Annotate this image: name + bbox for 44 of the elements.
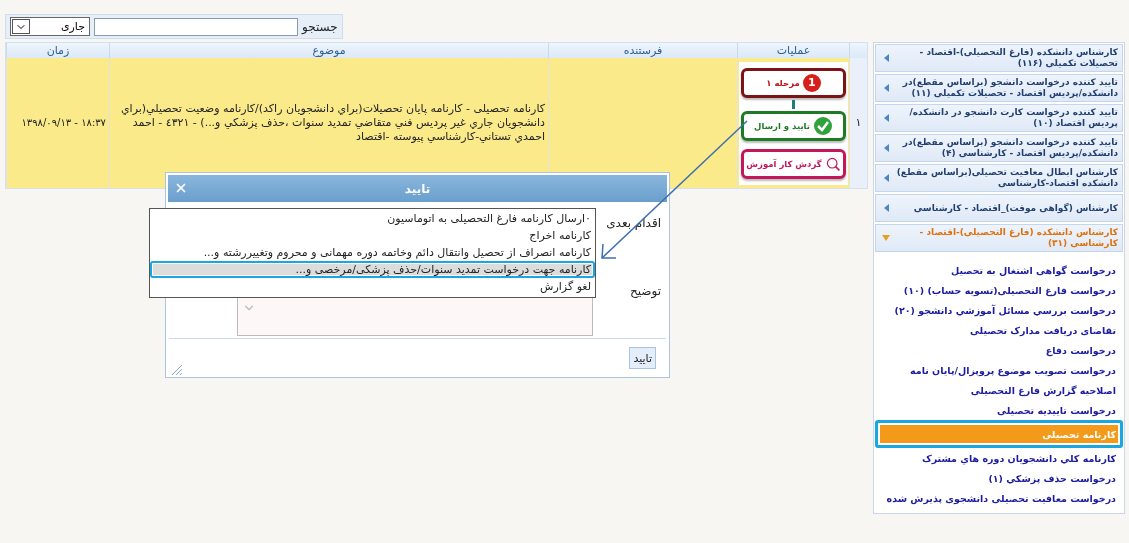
filter-select[interactable]: جاری (10, 17, 90, 36)
sidebar-link[interactable]: درخواست بررسي مسائل آموزشي دانشجو (۲۰) (875, 300, 1123, 320)
field-label: توضیح (628, 284, 661, 299)
sidebar-link[interactable]: درخواست حذف پزشکي (۱) (875, 468, 1123, 488)
sidebar-link[interactable]: درخواست گواهی اشتغال به تحصیل (875, 260, 1123, 280)
accordion-header[interactable]: تایید کننده درخواست دانشجو (براساس مقطع)در دانشکده/پردیس اقتصاد - کارشناسی (۴) (875, 134, 1123, 162)
sidebar-link[interactable]: درخواست فارغ التحصیلی(تسویه حساب) (۱۰) (875, 280, 1123, 300)
accordion-header[interactable]: کارشناس ابطال معافیت تحصیلی(براساس مقطع) دانشکده اقتصاد-کارشناسی (875, 164, 1123, 192)
sidebar-link[interactable]: درخواست تصویب موضوع پروپزال/پایان نامه (875, 360, 1123, 380)
caret-left-icon (882, 84, 890, 92)
accordion-header[interactable]: کارشناس دانشکده (فارغ التحصیلی)-اقتصاد - تحصیلات تکمیلی (۱۱۶) (875, 44, 1123, 72)
column-header: فرستنده (548, 43, 737, 58)
table-cell: ۱۸:۳۷ - ۱۳۹۸/۰۹/۱۳ (6, 58, 109, 188)
search-label: جستجو (302, 19, 338, 34)
search-field[interactable] (94, 17, 298, 36)
column-header: عملیات (737, 43, 849, 58)
step-badge: 1 (802, 73, 821, 92)
chevron-down-icon (12, 19, 30, 34)
confirm-button[interactable]: تایید (629, 347, 656, 370)
column-header: موضوع (109, 43, 548, 58)
accordion-header[interactable]: تایید کننده درخواست دانشجو (براساس مقطع)در دانشکده/پردیس اقتصاد - تحصیلات تکمیلی (۱۱) (875, 74, 1123, 102)
dropdown-option[interactable]: کارنامه جهت درخواست تمدید سنوات/حذف پزشکی/مرخصی و... (150, 261, 595, 278)
sidebar-link[interactable]: تقاضای دریافت مدارک تحصیلی (875, 320, 1123, 340)
sidebar-link[interactable]: درخواست دفاع (875, 340, 1123, 360)
column-header: زمان (6, 43, 109, 58)
caret-down-icon (882, 234, 890, 242)
caret-left-icon (882, 114, 890, 122)
magnifier-icon (824, 155, 841, 172)
accordion-header[interactable]: کارشناس (گواهی موقت)_اقتصاد - کارشناسی (875, 194, 1123, 222)
sidebar-link[interactable]: اصلاحیه گزارش فارغ التحصیلی (875, 380, 1123, 400)
accordion-header[interactable]: تایید کننده درخواست کارت دانشجو در دانشکده/پردیس اقتصاد (۱۰) (875, 104, 1123, 132)
sidebar-link[interactable]: کارنامه کلي دانشجويان دوره هاي مشترک (875, 448, 1123, 468)
workflow-button[interactable]: تایید و ارسال (741, 110, 846, 141)
resize-grip-icon (171, 364, 183, 376)
checkmark-icon (812, 115, 833, 136)
row-number: ۱ (849, 58, 867, 188)
workflow-button[interactable]: گردش کار آموزش (741, 148, 846, 179)
sidebar-link[interactable]: درخواست تاییدیه تحصیلی (875, 400, 1123, 420)
caret-left-icon (882, 174, 890, 182)
close-icon[interactable] (174, 181, 188, 195)
caret-left-icon (882, 144, 890, 152)
caret-left-icon (882, 204, 890, 212)
sidebar-link[interactable]: درخواست معافیت تحصیلی دانشجوی پذیرش شده (875, 488, 1123, 508)
caret-left-icon (882, 54, 890, 62)
